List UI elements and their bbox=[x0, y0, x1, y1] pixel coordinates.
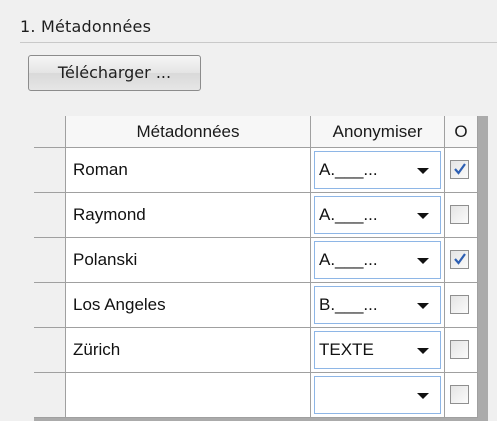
o-cell bbox=[445, 148, 477, 192]
column-header-anonymize-label: Anonymiser bbox=[332, 122, 423, 141]
table-row: Polanski A.___... bbox=[34, 238, 477, 283]
anonymize-dropdown[interactable]: A.___... bbox=[314, 151, 441, 189]
section-divider bbox=[20, 42, 497, 43]
row-header-corner bbox=[34, 116, 66, 147]
column-header-o-label: O bbox=[454, 122, 468, 141]
grid-rows: Roman A.___... Raymond A.___... Polanski A.__… bbox=[34, 148, 477, 418]
anonymize-value: B.___... bbox=[319, 295, 378, 314]
table-row: Raymond A.___... bbox=[34, 193, 477, 238]
metadata-cell[interactable]: Raymond bbox=[66, 193, 311, 237]
metadata-grid: Métadonnées Anonymiser O Roman A.___... Ra… bbox=[34, 116, 488, 421]
anonymize-cell: A.___... bbox=[311, 148, 445, 192]
metadata-value: Zürich bbox=[73, 340, 121, 359]
anonymize-cell bbox=[311, 373, 445, 417]
row-header-cell[interactable] bbox=[34, 193, 66, 237]
table-row: Zürich TEXTE bbox=[34, 328, 477, 373]
o-cell bbox=[445, 283, 477, 327]
anonymize-cell: A.___... bbox=[311, 193, 445, 237]
section-title: 1. Métadonnées bbox=[20, 17, 152, 36]
chevron-down-icon[interactable] bbox=[417, 258, 429, 264]
o-checkbox[interactable] bbox=[450, 205, 469, 224]
anonymize-value: TEXTE bbox=[319, 340, 374, 359]
chevron-down-icon[interactable] bbox=[417, 213, 429, 219]
row-header-cell[interactable] bbox=[34, 373, 66, 417]
metadata-value: Roman bbox=[73, 160, 128, 179]
checkmark-icon bbox=[454, 253, 466, 265]
anonymize-dropdown[interactable]: A.___... bbox=[314, 196, 441, 234]
anonymize-cell: B.___... bbox=[311, 283, 445, 327]
metadata-cell[interactable]: Zürich bbox=[66, 328, 311, 372]
o-cell bbox=[445, 238, 477, 282]
row-header-cell[interactable] bbox=[34, 328, 66, 372]
metadata-cell[interactable]: Los Angeles bbox=[66, 283, 311, 327]
anonymize-value: A.___... bbox=[319, 205, 378, 224]
table-row: Roman A.___... bbox=[34, 148, 477, 193]
table-row: Los Angeles B.___... bbox=[34, 283, 477, 328]
o-cell bbox=[445, 328, 477, 372]
grid-header-row: Métadonnées Anonymiser O bbox=[34, 116, 477, 148]
o-cell bbox=[445, 373, 477, 417]
chevron-down-icon[interactable] bbox=[417, 168, 429, 174]
row-header-cell[interactable] bbox=[34, 148, 66, 192]
row-header-cell[interactable] bbox=[34, 283, 66, 327]
metadata-grid-body: Métadonnées Anonymiser O Roman A.___... Ra… bbox=[34, 116, 478, 418]
anonymize-value: A.___... bbox=[319, 250, 378, 269]
column-header-o[interactable]: O bbox=[445, 116, 477, 147]
anonymize-cell: A.___... bbox=[311, 238, 445, 282]
checkmark-icon bbox=[454, 163, 466, 175]
anonymize-dropdown[interactable]: A.___... bbox=[314, 241, 441, 279]
o-checkbox[interactable] bbox=[450, 295, 469, 314]
o-cell bbox=[445, 193, 477, 237]
metadata-value: Raymond bbox=[73, 205, 146, 224]
metadata-cell[interactable]: Polanski bbox=[66, 238, 311, 282]
row-header-cell[interactable] bbox=[34, 238, 66, 282]
metadata-cell[interactable]: Roman bbox=[66, 148, 311, 192]
metadata-cell[interactable] bbox=[66, 373, 311, 417]
chevron-down-icon[interactable] bbox=[417, 393, 429, 399]
o-checkbox[interactable] bbox=[450, 340, 469, 359]
o-checkbox[interactable] bbox=[450, 160, 469, 179]
column-header-metadata[interactable]: Métadonnées bbox=[66, 116, 311, 147]
anonymize-dropdown[interactable]: TEXTE bbox=[314, 331, 441, 369]
column-header-anonymize[interactable]: Anonymiser bbox=[311, 116, 445, 147]
metadata-value: Polanski bbox=[73, 250, 138, 269]
anonymize-cell: TEXTE bbox=[311, 328, 445, 372]
metadata-value: Los Angeles bbox=[73, 295, 166, 314]
upload-button[interactable]: Télécharger ... bbox=[28, 55, 201, 91]
chevron-down-icon[interactable] bbox=[417, 303, 429, 309]
o-checkbox[interactable] bbox=[450, 385, 469, 404]
chevron-down-icon[interactable] bbox=[417, 348, 429, 354]
anonymize-dropdown[interactable] bbox=[314, 376, 441, 414]
column-header-metadata-label: Métadonnées bbox=[136, 122, 240, 141]
anonymize-dropdown[interactable]: B.___... bbox=[314, 286, 441, 324]
o-checkbox[interactable] bbox=[450, 250, 469, 269]
table-row bbox=[34, 373, 477, 418]
anonymize-value: A.___... bbox=[319, 160, 378, 179]
